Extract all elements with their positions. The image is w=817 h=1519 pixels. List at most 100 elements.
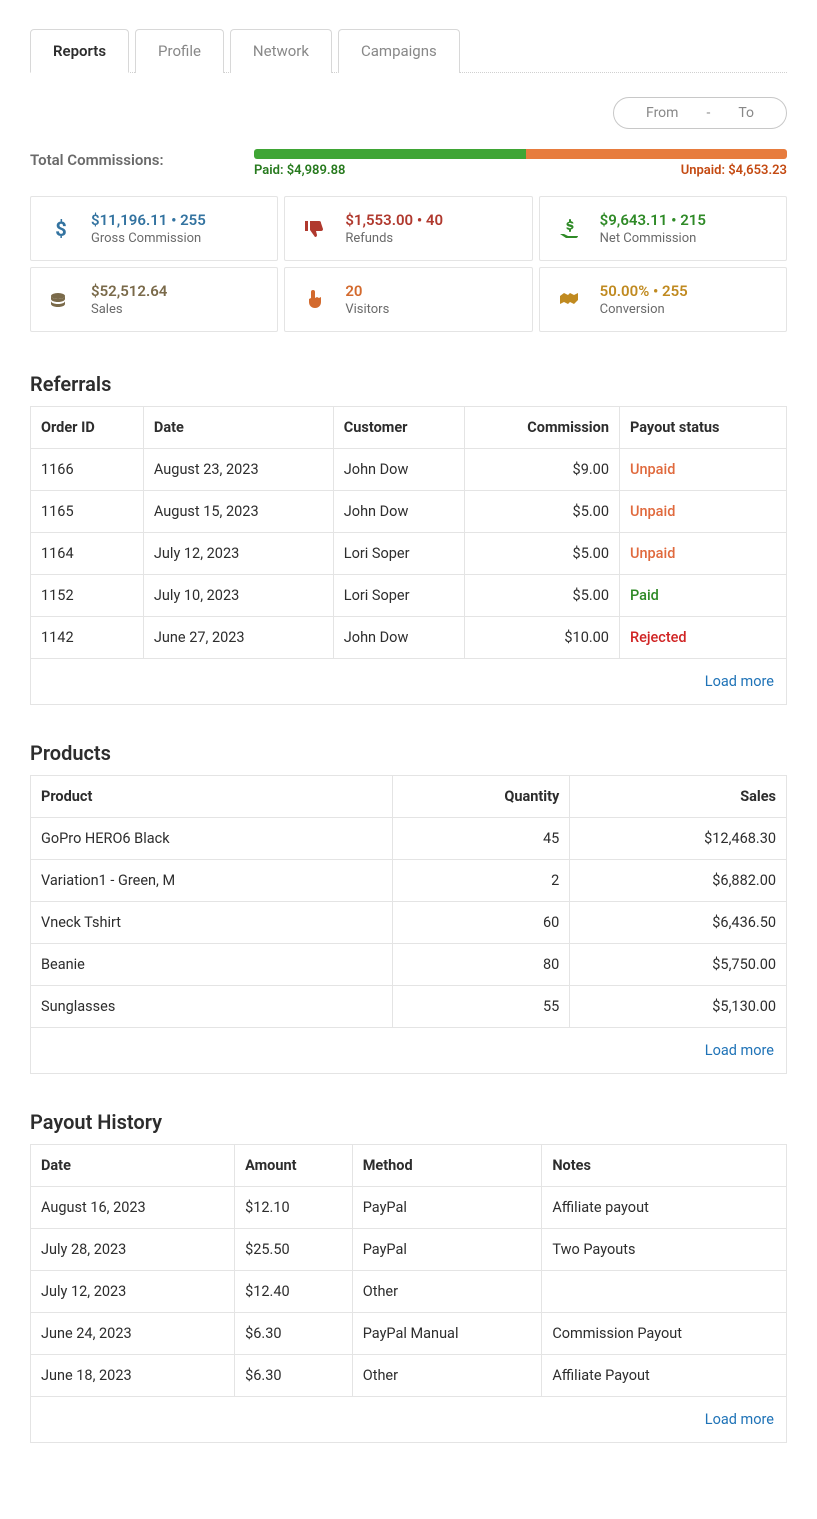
bar-unpaid-segment: [526, 149, 787, 159]
stat-label: Visitors: [345, 302, 517, 317]
cell-customer: Lori Soper: [333, 575, 464, 617]
hand-dollar-icon: [554, 213, 586, 245]
stat-card: $9,643.11 • 215Net Commission: [539, 196, 787, 261]
status-badge: Rejected: [630, 629, 687, 646]
load-more-link[interactable]: Load more: [705, 1042, 774, 1059]
stat-value: $9,643.11 • 215: [600, 211, 772, 229]
cell-method: Other: [352, 1355, 542, 1397]
date-range-picker[interactable]: From - To: [613, 97, 787, 129]
table-row[interactable]: 1164July 12, 2023Lori Soper$5.00Unpaid: [31, 533, 787, 575]
stat-value: 20: [345, 282, 517, 300]
cell-notes: Commission Payout: [542, 1313, 787, 1355]
column-header: Payout status: [619, 407, 786, 449]
thumbs-down-icon: [299, 213, 331, 245]
commission-bar: Paid: $4,989.88 Unpaid: $4,653.23: [254, 149, 787, 178]
cell-sales: $6,882.00: [570, 860, 787, 902]
cell-date: July 12, 2023: [143, 533, 333, 575]
date-range-row: From - To: [30, 97, 787, 129]
cell-customer: John Dow: [333, 491, 464, 533]
cell-sales: $5,750.00: [570, 944, 787, 986]
cell-method: PayPal Manual: [352, 1313, 542, 1355]
table-row[interactable]: Variation1 - Green, M2$6,882.00: [31, 860, 787, 902]
status-badge: Paid: [630, 587, 659, 604]
cell-date: June 18, 2023: [31, 1355, 235, 1397]
table-row[interactable]: 1166August 23, 2023John Dow$9.00Unpaid: [31, 449, 787, 491]
cell-quantity: 55: [393, 986, 570, 1028]
cell-date: August 15, 2023: [143, 491, 333, 533]
load-more-link[interactable]: Load more: [705, 1411, 774, 1428]
stat-value: $1,553.00 • 40: [345, 211, 517, 229]
cell-customer: John Dow: [333, 449, 464, 491]
column-header: Commission: [464, 407, 619, 449]
load-more-link[interactable]: Load more: [705, 673, 774, 690]
column-header: Notes: [542, 1145, 787, 1187]
stats-grid: $11,196.11 • 255Gross Commission $1,553.0…: [30, 196, 787, 332]
date-to-label: To: [738, 105, 754, 121]
stat-card: $52,512.64 Sales: [30, 267, 278, 332]
table-row[interactable]: July 28, 2023$25.50PayPalTwo Payouts: [31, 1229, 787, 1271]
cell-sales: $5,130.00: [570, 986, 787, 1028]
table-row[interactable]: Sunglasses55$5,130.00: [31, 986, 787, 1028]
table-row[interactable]: June 18, 2023$6.30OtherAffiliate Payout: [31, 1355, 787, 1397]
table-row[interactable]: July 12, 2023$12.40Other: [31, 1271, 787, 1313]
cell-notes: Two Payouts: [542, 1229, 787, 1271]
total-commissions: Total Commissions: Paid: $4,989.88 Unpai…: [30, 149, 787, 178]
cell-quantity: 60: [393, 902, 570, 944]
column-header: Amount: [235, 1145, 353, 1187]
cell-amount: $12.10: [235, 1187, 353, 1229]
handshake-icon: [554, 284, 586, 316]
referrals-table: Order IDDateCustomerCommissionPayout sta…: [30, 406, 787, 705]
column-header: Customer: [333, 407, 464, 449]
table-row[interactable]: 1165August 15, 2023John Dow$5.00Unpaid: [31, 491, 787, 533]
table-row[interactable]: 1152July 10, 2023Lori Soper$5.00Paid: [31, 575, 787, 617]
date-from-label: From: [646, 105, 678, 121]
stat-label: Sales: [91, 302, 263, 317]
cell-date: August 16, 2023: [31, 1187, 235, 1229]
tab-profile[interactable]: Profile: [135, 29, 224, 73]
cell-quantity: 2: [393, 860, 570, 902]
cell-order-id: 1166: [31, 449, 144, 491]
table-row[interactable]: 1142June 27, 2023John Dow$10.00Rejected: [31, 617, 787, 659]
pointer-icon: [299, 284, 331, 316]
status-badge: Unpaid: [630, 545, 675, 562]
table-row[interactable]: June 24, 2023$6.30PayPal ManualCommissio…: [31, 1313, 787, 1355]
stat-value: $11,196.11 • 255: [91, 211, 263, 229]
table-row[interactable]: Vneck Tshirt60$6,436.50: [31, 902, 787, 944]
cell-commission: $5.00: [464, 533, 619, 575]
stat-label: Conversion: [600, 302, 772, 317]
table-row[interactable]: Beanie80$5,750.00: [31, 944, 787, 986]
dollar-icon: [45, 213, 77, 245]
coins-icon: [45, 284, 77, 316]
tab-campaigns[interactable]: Campaigns: [338, 29, 460, 73]
tab-network[interactable]: Network: [230, 29, 332, 73]
stat-card: $11,196.11 • 255Gross Commission: [30, 196, 278, 261]
cell-amount: $6.30: [235, 1355, 353, 1397]
stat-card: 50.00% • 255 Conversion: [539, 267, 787, 332]
stat-value: $52,512.64: [91, 282, 263, 300]
cell-product: Beanie: [31, 944, 393, 986]
cell-sales: $6,436.50: [570, 902, 787, 944]
stat-value: 50.00% • 255: [600, 282, 772, 300]
cell-date: July 10, 2023: [143, 575, 333, 617]
table-row[interactable]: GoPro HERO6 Black45$12,468.30: [31, 818, 787, 860]
paid-amount-label: Paid: $4,989.88: [254, 163, 345, 178]
column-header: Order ID: [31, 407, 144, 449]
column-header: Date: [143, 407, 333, 449]
column-header: Method: [352, 1145, 542, 1187]
date-sep: -: [706, 105, 710, 121]
products-title: Products: [30, 741, 787, 765]
cell-amount: $25.50: [235, 1229, 353, 1271]
cell-status: Unpaid: [619, 533, 786, 575]
referrals-title: Referrals: [30, 372, 787, 396]
products-table: ProductQuantitySales GoPro HERO6 Black45…: [30, 775, 787, 1074]
tab-reports[interactable]: Reports: [30, 29, 129, 73]
tabs: ReportsProfileNetworkCampaigns: [30, 28, 787, 73]
cell-notes: Affiliate Payout: [542, 1355, 787, 1397]
cell-commission: $10.00: [464, 617, 619, 659]
cell-date: July 28, 2023: [31, 1229, 235, 1271]
cell-method: PayPal: [352, 1229, 542, 1271]
table-row[interactable]: August 16, 2023$12.10PayPalAffiliate pay…: [31, 1187, 787, 1229]
cell-order-id: 1165: [31, 491, 144, 533]
bar-paid-segment: [254, 149, 526, 159]
status-badge: Unpaid: [630, 503, 675, 520]
